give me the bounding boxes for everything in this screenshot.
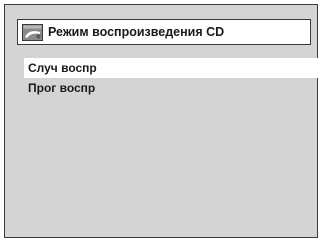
- disc-playback-icon: [22, 23, 43, 41]
- osd-menu-panel: Режим воспроизведения CD Случ воспр Прог…: [4, 4, 320, 238]
- menu-item-random-play[interactable]: Случ воспр: [24, 58, 320, 78]
- menu-item-program-play[interactable]: Прог воспр: [24, 78, 320, 98]
- playback-mode-menu: Случ воспр Прог воспр: [24, 58, 320, 243]
- menu-title-bar: Режим воспроизведения CD: [17, 19, 311, 45]
- menu-title: Режим воспроизведения CD: [48, 25, 225, 39]
